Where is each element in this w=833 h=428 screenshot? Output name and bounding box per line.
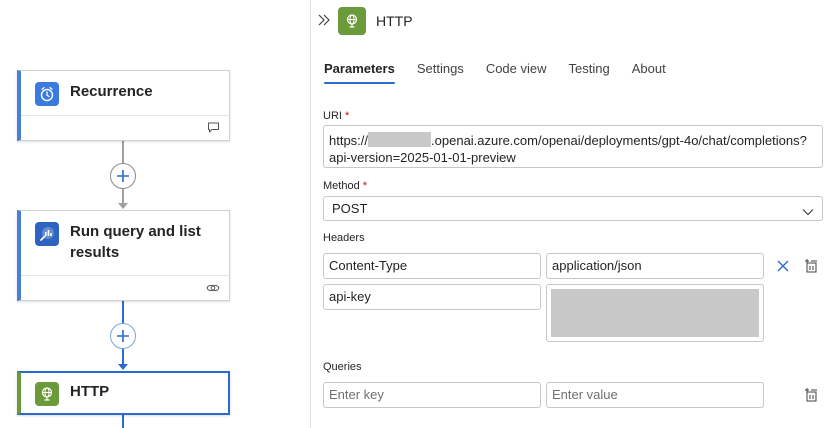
method-label-text: Method [323,180,360,192]
connector-arrowhead [118,203,128,209]
header-key-input[interactable]: api-key [323,284,541,310]
panel-header: HTTP [311,0,833,40]
uri-query: api-version=2025-01-01-preview [329,150,516,165]
close-icon[interactable] [773,256,793,276]
uri-prefix: https:// [329,133,369,148]
card-footer [21,275,229,300]
method-select[interactable]: POST [323,196,823,221]
plus-icon [116,329,130,343]
chevron-down-icon [802,204,814,219]
double-chevron-right-icon[interactable] [317,12,331,28]
link-icon[interactable] [206,281,220,299]
card-title: Run query and list results [70,223,201,261]
connector-line-active [122,415,124,428]
method-value: POST [332,201,368,216]
panel-title[interactable]: HTTP [376,13,413,29]
card-footer [21,115,229,140]
tab-parameters[interactable]: Parameters [324,61,395,84]
uri-label: URI * [323,110,349,122]
query-value-input[interactable]: Enter value [546,382,764,408]
tab-about[interactable]: About [632,61,666,84]
required-marker: * [362,180,367,192]
query-key-input[interactable]: Enter key [323,382,541,408]
add-step-button[interactable] [110,323,136,349]
queries-label: Queries [323,361,362,373]
run-query-card[interactable]: Run query and list results [17,210,230,301]
globe-icon [35,382,59,406]
card-title: HTTP [70,383,110,400]
globe-icon [338,7,366,35]
log-analytics-icon [35,222,59,246]
redacted-host [368,132,432,147]
comment-icon[interactable] [207,121,220,139]
clock-icon [35,82,59,106]
workflow-canvas: Recurrence Run query and list results HT… [0,0,310,428]
connector-arrowhead-active [118,364,128,370]
tab-bar: Parameters Settings Code view Testing Ab… [324,61,688,84]
header-key-input[interactable]: Content-Type [323,253,541,279]
required-marker: * [344,110,350,122]
tab-testing[interactable]: Testing [569,61,610,84]
add-step-button[interactable] [110,163,136,189]
headers-label: Headers [323,232,365,244]
recurrence-card[interactable]: Recurrence [17,70,230,141]
tab-settings[interactable]: Settings [417,61,464,84]
delete-row-icon[interactable] [801,385,821,405]
action-details-panel: HTTP Parameters Settings Code view Testi… [310,0,833,428]
delete-row-icon[interactable] [801,256,821,276]
header-value-input[interactable]: application/json [546,253,764,279]
uri-path: .openai.azure.com/openai/deployments/gpt… [431,133,807,148]
method-label: Method * [323,180,367,192]
tab-code-view[interactable]: Code view [486,61,547,84]
uri-label-text: URI [323,110,342,122]
plus-icon [116,169,130,183]
http-card[interactable]: HTTP [17,371,230,415]
redacted-value [551,289,759,337]
uri-input[interactable]: https:// .openai.azure.com/openai/deploym… [323,125,823,168]
header-value-input-redacted[interactable] [546,284,764,342]
card-title: Recurrence [70,83,153,100]
